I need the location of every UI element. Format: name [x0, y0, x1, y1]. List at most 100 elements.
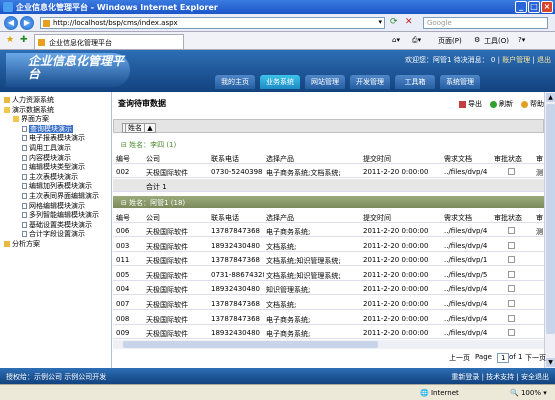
minimize-button[interactable]: _ [515, 1, 527, 13]
vertical-scrollbar[interactable]: ▲ ▼ [544, 92, 555, 368]
sidebar-item[interactable]: 主次表模块演示 [22, 172, 78, 182]
sidebar-item[interactable]: 合计字段设置演示 [22, 229, 85, 239]
favorites-icon[interactable]: ★ [6, 35, 14, 45]
cell-company: 天极国际软件 [146, 242, 188, 251]
sidebar-item[interactable]: 演示数据系统 [4, 105, 54, 115]
table-row[interactable]: 007 天极国际软件 13787847368 文档系统; 2011-2-20 0:00:… [113, 297, 544, 310]
table-row[interactable]: 003 天极国际软件 18932430480 文档系统; 2011-2-20 0:00:… [113, 239, 544, 252]
forward-button[interactable]: ▶ [20, 16, 34, 30]
sidebar-item[interactable]: 界面方案 [13, 114, 49, 124]
sidebar-item[interactable]: 基础设置类模块演示 [22, 220, 92, 230]
back-button[interactable]: ◀ [4, 16, 18, 30]
table-row[interactable]: 004 天极国际软件 18932430480 知识管理系统; 2011-2-20 0:0… [113, 282, 544, 296]
close-button[interactable]: × [541, 1, 553, 13]
nav-tab-home[interactable]: 我的主页 [215, 75, 255, 89]
scroll-up-icon[interactable]: ▲ [546, 93, 555, 102]
print-icon[interactable]: ⎙▾ [412, 36, 421, 45]
page-input[interactable]: 1 [497, 353, 510, 363]
column-header[interactable]: 编号 [116, 213, 130, 223]
hscroll-thumb[interactable] [123, 341, 378, 348]
address-field[interactable]: http://localhost/bsp/cms/index.aspx ▾ [40, 17, 385, 29]
column-header[interactable]: 提交时间 [363, 213, 391, 223]
approval-checkbox[interactable] [508, 285, 515, 293]
column-header[interactable]: 审 [536, 154, 543, 164]
column-header[interactable]: 公司 [146, 213, 160, 223]
tools-menu[interactable]: 工具(O) [484, 36, 509, 46]
sidebar-item[interactable]: 编辑模块类型演示 [22, 162, 85, 172]
approval-checkbox[interactable] [508, 314, 515, 322]
table-row[interactable]: 008 天极国际软件 13787847368 电子商务系统; 2011-2-20 0:0… [113, 312, 544, 325]
stop-icon[interactable]: ✕ [405, 17, 413, 27]
scroll-down-icon[interactable]: ▼ [546, 358, 555, 367]
column-header[interactable]: 审 [536, 213, 543, 223]
column-header[interactable]: 审批状态 [494, 154, 522, 164]
column-header[interactable]: 联系电话 [211, 154, 239, 164]
column-header[interactable]: 需求文档 [444, 154, 472, 164]
group-chip-name[interactable]: 姓名 ▲ [122, 123, 156, 133]
cell-id: 005 [116, 270, 130, 279]
sidebar-item[interactable]: 网格编辑模块演示 [22, 201, 85, 211]
column-header[interactable]: 联系电话 [211, 213, 239, 223]
approval-checkbox[interactable] [508, 329, 515, 337]
logout-link[interactable]: 退出 [537, 56, 551, 64]
cell-product: 电子商务系统;文档系统; [266, 169, 341, 177]
sidebar-item[interactable]: 内容模块演示 [22, 153, 71, 163]
group-header-1[interactable]: ⊟ 姓名：李四 (1) [113, 138, 544, 150]
cell-doc: ../files/dvp/4 [444, 300, 488, 308]
sidebar-item[interactable]: 编辑加列表模块演示 [22, 181, 92, 191]
export-button[interactable]: 导出 [459, 99, 482, 109]
next-page-link[interactable]: 下一页 [525, 353, 546, 363]
sidebar-item[interactable]: 电子报表模块演示 [22, 133, 85, 143]
sidebar-item[interactable]: 调用工具演示 [22, 143, 71, 153]
nav-tab-dev[interactable]: 开发管理 [350, 75, 390, 89]
home-icon[interactable]: ⌂▾ [392, 36, 400, 44]
sidebar-item[interactable]: 分析方案 [4, 239, 40, 249]
sidebar-item[interactable]: 查询模块演示 [22, 124, 73, 134]
scroll-thumb[interactable] [546, 104, 555, 334]
approval-checkbox[interactable] [508, 270, 515, 278]
help-icon[interactable]: ?▾ [518, 36, 525, 44]
nav-tab-business[interactable]: 业务系统 [260, 75, 300, 89]
table-row[interactable]: 006 天极国际软件 13787847368 电子商务系统; 2011-2-20 0:0… [113, 224, 544, 237]
group-header-2[interactable]: ⊟ 姓名：阿管1 (18) [113, 196, 544, 208]
browser-tab[interactable]: 企业信息化管理平台 [34, 34, 184, 49]
footer-links[interactable]: 重新登录 | 技术支持 | 安全退出 [451, 372, 549, 382]
horizontal-scrollbar[interactable] [113, 340, 544, 349]
column-header[interactable]: 编号 [116, 154, 130, 164]
approval-checkbox[interactable] [508, 300, 515, 307]
zoom-level[interactable]: 🔍 100% ▾ [510, 389, 547, 397]
chevron-down-icon[interactable]: ▾ [378, 18, 382, 26]
column-header[interactable]: 需求文档 [444, 213, 472, 223]
add-favorite-icon[interactable]: ✚ [20, 35, 28, 45]
column-header[interactable]: 选择产品 [266, 213, 294, 223]
approval-checkbox[interactable] [508, 227, 515, 234]
message-count[interactable]: 0 [491, 56, 495, 64]
table-row[interactable]: 011 天极国际软件 13787847368 文档系统;知识管理系统; 2011-2-2… [113, 253, 544, 267]
sidebar-item-label: 内容模块演示 [29, 153, 71, 162]
nav-tab-tools[interactable]: 工具箱 [395, 75, 435, 89]
refresh-icon[interactable]: ⟳ [390, 17, 398, 27]
approval-checkbox[interactable] [508, 241, 515, 249]
table-row[interactable]: 009 天极国际软件 18932430480 电子商务系统; 2011-2-20 0:0… [113, 326, 544, 340]
page-menu[interactable]: 页面(P) [438, 36, 462, 46]
table-row[interactable]: 005 天极国际软件 0731-88674328 文档系统;知识管理系统; 2011-2… [113, 268, 544, 281]
column-header[interactable]: 公司 [146, 154, 160, 164]
table-row[interactable]: 002 天极国际软件 0730-5240398 电子商务系统;文档系统; 2011-2-… [113, 165, 544, 178]
nav-tab-site[interactable]: 网站管理 [305, 75, 345, 89]
maximize-button[interactable]: □ [528, 1, 540, 13]
column-header[interactable]: 选择产品 [266, 154, 294, 164]
prev-page-link[interactable]: 上一页 [449, 353, 470, 363]
sidebar-item[interactable]: 多列智能编辑模块演示 [22, 210, 99, 220]
search-input[interactable]: Google [423, 17, 548, 29]
document-icon [22, 164, 27, 171]
help-button[interactable]: 帮助 [521, 99, 544, 109]
approval-checkbox[interactable] [508, 168, 515, 175]
account-link[interactable]: 账户管理 [502, 56, 530, 64]
sidebar-item[interactable]: 主次表同界面编辑演示 [22, 191, 99, 201]
nav-tab-system[interactable]: 系统管理 [440, 75, 480, 89]
refresh-button[interactable]: 刷新 [490, 99, 513, 109]
sidebar-item[interactable]: 人力资源系统 [4, 95, 54, 105]
approval-checkbox[interactable] [508, 256, 515, 264]
column-header[interactable]: 审批状态 [494, 213, 522, 223]
column-header[interactable]: 提交时间 [363, 154, 391, 164]
